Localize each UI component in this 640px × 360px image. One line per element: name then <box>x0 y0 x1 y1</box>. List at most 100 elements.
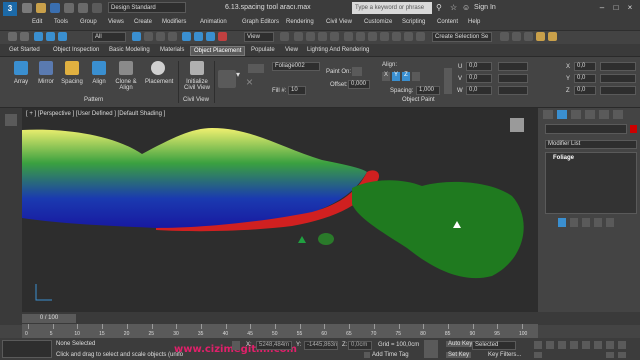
menu-scripting[interactable]: Scripting <box>402 19 425 25</box>
paint-on-grid-icon[interactable] <box>352 67 362 76</box>
undo-button-icon[interactable] <box>8 32 17 41</box>
create-tab-icon[interactable] <box>543 110 553 119</box>
v-field[interactable]: 0,0 <box>466 74 492 83</box>
modify-tab-icon[interactable] <box>557 110 567 119</box>
y-field[interactable]: 0,0 <box>574 74 596 83</box>
placement-icon[interactable] <box>218 32 227 41</box>
pin-stack-icon[interactable] <box>558 218 566 227</box>
minimize-icon[interactable]: – <box>596 2 608 14</box>
previous-frame-icon[interactable] <box>546 341 554 349</box>
align-toolbar-icon[interactable] <box>368 32 377 41</box>
menu-views[interactable]: Views <box>108 19 124 25</box>
modifier-stack[interactable] <box>545 152 637 214</box>
orbit-icon[interactable] <box>618 352 626 358</box>
zoom-icon[interactable] <box>606 341 614 349</box>
menu-help[interactable]: Help <box>468 19 480 25</box>
mirror-toolbar-icon[interactable] <box>356 32 365 41</box>
set-key-icon[interactable] <box>424 340 438 358</box>
layer-icon[interactable] <box>380 32 389 41</box>
z-coord-field[interactable]: 0,0cm <box>348 341 372 350</box>
tab-get-started[interactable]: Get Started <box>6 46 43 54</box>
select-by-name-icon[interactable] <box>144 32 153 41</box>
selected-dropdown[interactable]: Selected <box>472 341 516 350</box>
schematic-view-icon[interactable] <box>416 32 425 41</box>
array-button[interactable]: Array <box>8 61 34 85</box>
viewcube-icon[interactable] <box>510 118 524 132</box>
u-field[interactable]: 0,0 <box>466 62 492 71</box>
layout-tab-icon[interactable] <box>5 114 17 126</box>
configure-sets-icon[interactable] <box>606 218 614 227</box>
spacing-field[interactable]: 1,000 <box>416 86 440 95</box>
mirror-button[interactable]: Mirror <box>33 61 59 85</box>
render-production-icon[interactable] <box>536 32 545 41</box>
next-frame-icon[interactable] <box>570 341 578 349</box>
undo-icon[interactable] <box>64 3 74 13</box>
bind-space-warp-icon[interactable] <box>58 32 67 41</box>
spinner-snap-icon[interactable] <box>330 32 339 41</box>
modifier-list-dropdown[interactable]: Modifier List <box>545 140 637 149</box>
go-to-start-icon[interactable] <box>534 341 542 349</box>
maxscript-listener[interactable] <box>2 340 52 358</box>
menu-create[interactable]: Create <box>134 19 152 25</box>
make-unique-icon[interactable] <box>582 218 590 227</box>
render-teapot-icon[interactable] <box>548 32 557 41</box>
user-icon[interactable]: ☺ <box>462 3 472 13</box>
zoom-all-icon[interactable] <box>618 341 626 349</box>
x-coord-field[interactable]: 5248,484m <box>256 341 292 350</box>
auto-key-button[interactable]: Auto Key <box>446 341 475 347</box>
spacing-button[interactable]: Spacing <box>59 61 85 85</box>
menu-edit[interactable]: Edit <box>32 19 42 25</box>
foliage-mass[interactable] <box>352 180 524 279</box>
link-icon[interactable] <box>34 32 43 41</box>
time-config-button-icon[interactable] <box>594 341 602 349</box>
tab-object-inspection[interactable]: Object Inspection <box>50 46 102 54</box>
save-icon[interactable] <box>50 3 60 13</box>
u-max-field[interactable] <box>498 62 528 71</box>
new-file-icon[interactable] <box>22 3 32 13</box>
w-max-field[interactable] <box>498 86 528 95</box>
modifier-stack-item[interactable]: Foliage <box>553 155 574 161</box>
percent-snap-icon[interactable] <box>318 32 327 41</box>
menu-rendering[interactable]: Rendering <box>286 19 314 25</box>
scene-explorer-icon[interactable] <box>392 32 401 41</box>
isolate-selection-icon[interactable] <box>232 341 240 350</box>
scale-icon[interactable] <box>206 32 215 41</box>
go-to-end-icon[interactable] <box>582 341 590 349</box>
selection-filter-dropdown[interactable]: All <box>92 32 126 42</box>
y-coord-field[interactable]: -1445,863n <box>304 341 338 350</box>
tree-icon[interactable] <box>298 236 306 243</box>
show-end-result-icon[interactable] <box>570 218 578 227</box>
tab-populate[interactable]: Populate <box>248 46 278 54</box>
set-key-button[interactable]: Set Key <box>446 352 472 358</box>
fill-count-field[interactable]: 10 <box>288 86 306 95</box>
menu-group[interactable]: Group <box>80 19 97 25</box>
redo-icon[interactable] <box>78 3 88 13</box>
project-icon[interactable] <box>92 3 102 13</box>
menu-customize[interactable]: Customize <box>364 19 392 25</box>
paint-dropdown-arrow-icon[interactable]: ▾ <box>236 70 240 79</box>
add-time-tag-button[interactable]: Add Time Tag <box>372 352 409 358</box>
align-z-button[interactable]: Z <box>402 72 410 81</box>
x-field[interactable]: 0,0 <box>574 62 596 71</box>
move-icon[interactable] <box>182 32 191 41</box>
star-icon[interactable]: ☆ <box>450 3 460 13</box>
foliage-object-field[interactable]: Foliage002 <box>272 62 320 71</box>
initialize-civil-view-button[interactable]: Initialize Civil View <box>183 61 211 91</box>
placement-button[interactable]: Placement <box>145 61 173 85</box>
tab-lighting-and-rendering[interactable]: Lighting And Rendering <box>304 46 372 54</box>
x-max-field[interactable] <box>600 62 636 71</box>
perspective-viewport[interactable]: [ + ] [Perspective ] [User Defined ] [De… <box>22 108 538 312</box>
pan-icon[interactable] <box>606 352 614 358</box>
rectangular-selection-icon[interactable] <box>156 32 165 41</box>
render-frame-icon[interactable] <box>524 32 533 41</box>
menu-civil-view[interactable]: Civil View <box>326 19 352 25</box>
scale-lock-icon[interactable] <box>444 68 452 94</box>
v-max-field[interactable] <box>498 74 528 83</box>
clone-and-align-button[interactable]: Clone & Align <box>113 61 139 91</box>
pick-object-icon[interactable] <box>248 64 264 73</box>
tab-view[interactable]: View <box>282 46 301 54</box>
unlink-icon[interactable] <box>46 32 55 41</box>
redo-button-icon[interactable] <box>20 32 29 41</box>
object-name-field[interactable] <box>545 124 627 134</box>
erase-icon[interactable]: × <box>246 76 253 88</box>
